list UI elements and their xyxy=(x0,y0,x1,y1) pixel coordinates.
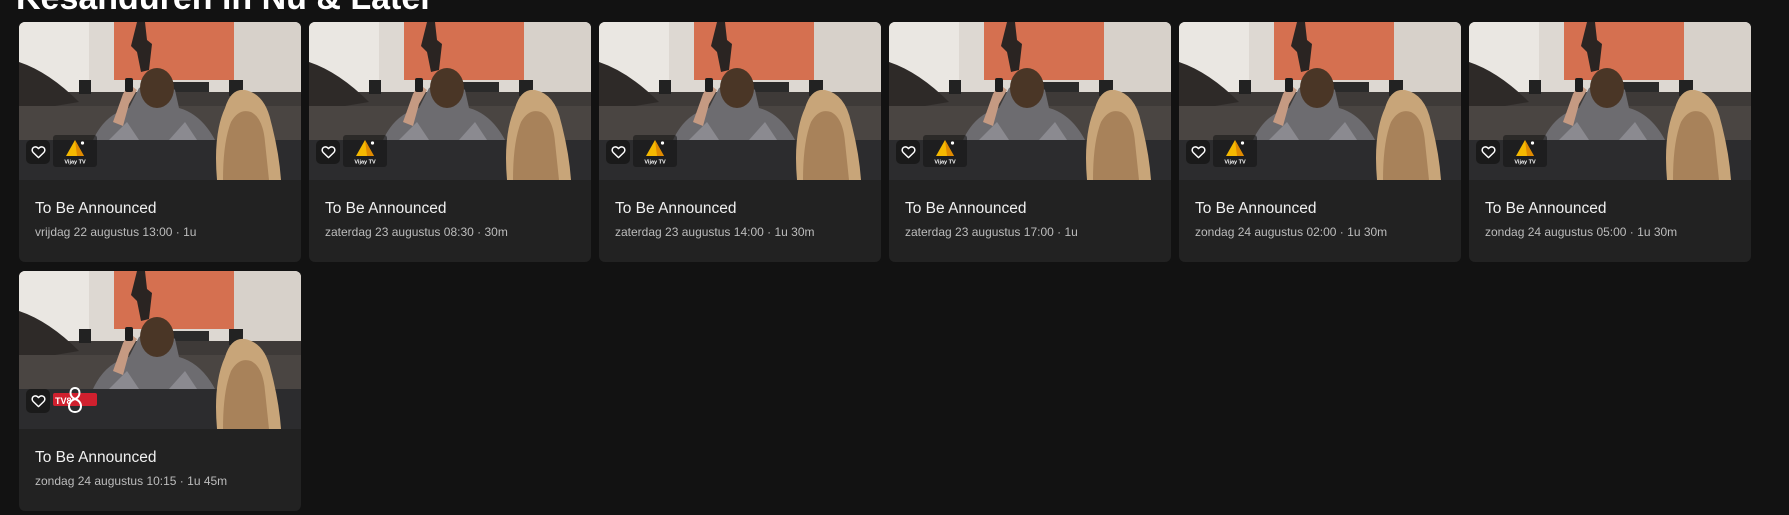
program-title: To Be Announced xyxy=(1485,200,1607,217)
program-time: 02:00 xyxy=(1306,225,1337,239)
program-title: To Be Announced xyxy=(615,200,737,217)
heart-outline-icon xyxy=(900,146,916,159)
vijay-tv-wordmark: Vijay TV xyxy=(644,160,666,166)
heart-outline-icon xyxy=(320,146,336,159)
program-schedule: zaterdag 23 augustus 17:00 · 1u xyxy=(905,225,1078,239)
favorite-button[interactable] xyxy=(606,140,630,164)
program-grid: Vijay TV To Be Announced vrijdag 22 augu… xyxy=(19,22,1751,511)
favorite-button[interactable] xyxy=(896,140,920,164)
vijay-tv-logo-icon: Vijay TV xyxy=(633,135,677,167)
vijay-tv-logo-icon: Vijay TV xyxy=(923,135,967,167)
program-schedule: zaterdag 23 augustus 08:30 · 30m xyxy=(325,225,508,239)
program-title: To Be Announced xyxy=(325,200,447,217)
program-day: zondag 24 augustus xyxy=(1195,225,1304,239)
vijay-tv-wordmark: Vijay TV xyxy=(1514,160,1536,166)
program-day: zaterdag 23 augustus xyxy=(325,225,441,239)
program-info: To Be Announced zondag 24 augustus 05:00… xyxy=(1469,180,1751,239)
program-duration: 1u 30m xyxy=(774,225,815,239)
program-duration: 1u 30m xyxy=(1347,225,1388,239)
program-day: zaterdag 23 augustus xyxy=(905,225,1021,239)
program-day: vrijdag 22 augustus xyxy=(35,225,140,239)
channel-logo: Vijay TV xyxy=(1503,135,1547,167)
tv8-wordmark: TV8 xyxy=(55,396,72,406)
heart-outline-icon xyxy=(30,146,46,159)
favorite-button[interactable] xyxy=(316,140,340,164)
program-schedule: zondag 24 augustus 05:00 · 1u 30m xyxy=(1485,225,1678,239)
program-schedule: zondag 24 augustus 10:15 · 1u 45m xyxy=(35,474,228,488)
program-duration: 1u 45m xyxy=(187,474,228,488)
program-thumbnail[interactable]: Vijay TV xyxy=(19,22,301,180)
section-title: Kesanduren in Nu & Later xyxy=(16,0,434,18)
program-duration: 1u xyxy=(183,225,197,239)
program-card[interactable]: Vijay TV To Be Announced zaterdag 23 aug… xyxy=(599,22,881,262)
vijay-tv-wordmark: Vijay TV xyxy=(1224,160,1246,166)
program-info: To Be Announced zaterdag 23 augustus 17:… xyxy=(889,180,1171,239)
program-title: To Be Announced xyxy=(905,200,1027,217)
program-thumbnail[interactable]: Vijay TV xyxy=(889,22,1171,180)
program-thumbnail[interactable]: Vijay TV xyxy=(1469,22,1751,180)
vijay-tv-logo-icon: Vijay TV xyxy=(53,135,97,167)
program-info: To Be Announced zondag 24 augustus 10:15… xyxy=(19,429,301,488)
program-card[interactable]: Vijay TV To Be Announced zaterdag 23 aug… xyxy=(889,22,1171,262)
program-info: To Be Announced zaterdag 23 augustus 14:… xyxy=(599,180,881,239)
program-card[interactable]: Vijay TV To Be Announced zondag 24 augus… xyxy=(1469,22,1751,262)
program-duration: 1u xyxy=(1064,225,1078,239)
favorite-button[interactable] xyxy=(26,140,50,164)
program-card[interactable]: Vijay TV To Be Announced zondag 24 augus… xyxy=(1179,22,1461,262)
program-card[interactable]: Vijay TV To Be Announced vrijdag 22 augu… xyxy=(19,22,301,262)
program-day: zaterdag 23 augustus xyxy=(615,225,731,239)
program-time: 05:00 xyxy=(1596,225,1627,239)
channel-logo: Vijay TV xyxy=(923,135,967,167)
program-card[interactable]: TV8 To Be Announced zondag 24 augustus 1… xyxy=(19,271,301,511)
vijay-tv-wordmark: Vijay TV xyxy=(64,160,86,166)
program-day: zondag 24 augustus xyxy=(1485,225,1594,239)
program-schedule: zondag 24 augustus 02:00 · 1u 30m xyxy=(1195,225,1388,239)
channel-logo: Vijay TV xyxy=(1213,135,1257,167)
program-duration: 30m xyxy=(484,225,508,239)
heart-outline-icon xyxy=(610,146,626,159)
vijay-tv-logo-icon: Vijay TV xyxy=(1213,135,1257,167)
favorite-button[interactable] xyxy=(26,389,50,413)
vijay-tv-wordmark: Vijay TV xyxy=(354,160,376,166)
program-thumbnail[interactable]: Vijay TV xyxy=(599,22,881,180)
program-title: To Be Announced xyxy=(35,200,157,217)
program-info: To Be Announced zondag 24 augustus 02:00… xyxy=(1179,180,1461,239)
program-time: 14:00 xyxy=(733,225,764,239)
favorite-button[interactable] xyxy=(1186,140,1210,164)
program-thumbnail[interactable]: TV8 xyxy=(19,271,301,429)
favorite-button[interactable] xyxy=(1476,140,1500,164)
program-card[interactable]: Vijay TV To Be Announced zaterdag 23 aug… xyxy=(309,22,591,262)
program-time: 08:30 xyxy=(443,225,474,239)
channel-logo: TV8 xyxy=(53,384,97,416)
heart-outline-icon xyxy=(1480,146,1496,159)
program-schedule: zaterdag 23 augustus 14:00 · 1u 30m xyxy=(615,225,815,239)
program-thumbnail[interactable]: Vijay TV xyxy=(1179,22,1461,180)
heart-outline-icon xyxy=(30,395,46,408)
program-schedule: vrijdag 22 augustus 13:00 · 1u xyxy=(35,225,197,239)
program-info: To Be Announced zaterdag 23 augustus 08:… xyxy=(309,180,591,239)
tv8-logo-icon: TV8 xyxy=(53,386,97,414)
program-title: To Be Announced xyxy=(35,449,157,466)
channel-logo: Vijay TV xyxy=(633,135,677,167)
page: Kesanduren in Nu & Later xyxy=(0,0,1789,515)
program-info: To Be Announced vrijdag 22 augustus 13:0… xyxy=(19,180,301,239)
vijay-tv-logo-icon: Vijay TV xyxy=(1503,135,1547,167)
channel-logo: Vijay TV xyxy=(53,135,97,167)
heart-outline-icon xyxy=(1190,146,1206,159)
program-day: zondag 24 augustus xyxy=(35,474,144,488)
vijay-tv-wordmark: Vijay TV xyxy=(934,160,956,166)
program-duration: 1u 30m xyxy=(1637,225,1678,239)
vijay-tv-logo-icon: Vijay TV xyxy=(343,135,387,167)
program-time: 10:15 xyxy=(146,474,177,488)
program-title: To Be Announced xyxy=(1195,200,1317,217)
program-thumbnail[interactable]: Vijay TV xyxy=(309,22,591,180)
program-time: 17:00 xyxy=(1023,225,1054,239)
program-time: 13:00 xyxy=(142,225,173,239)
channel-logo: Vijay TV xyxy=(343,135,387,167)
